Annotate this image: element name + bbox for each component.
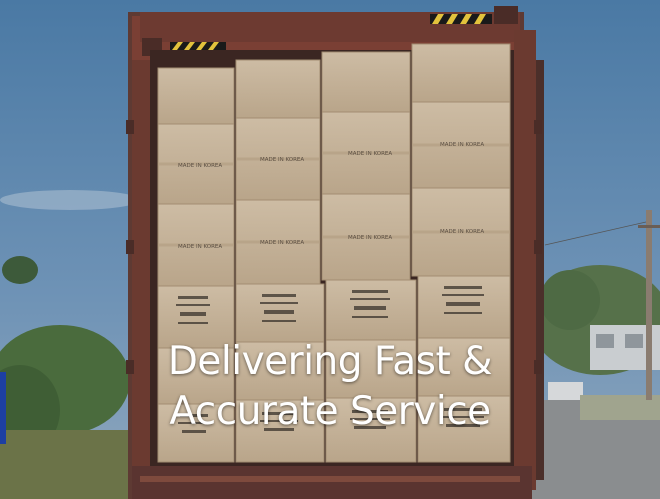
hero-banner: MADE IN KOREA MADE IN KOREA MADE IN KORE… bbox=[0, 0, 660, 499]
headline-line-1: Delivering Fast & bbox=[167, 339, 493, 384]
cloud bbox=[0, 190, 140, 210]
carton-label: MADE IN KOREA bbox=[178, 163, 222, 169]
carton-label: MADE IN KOREA bbox=[348, 235, 392, 241]
carton-label: MADE IN KOREA bbox=[260, 157, 304, 163]
carton-label: MADE IN KOREA bbox=[440, 229, 484, 235]
headline-line-2: Accurate Service bbox=[169, 389, 491, 434]
headline: Delivering Fast & Accurate Service bbox=[0, 337, 660, 437]
carton-label: MADE IN KOREA bbox=[440, 142, 484, 148]
carton-label: MADE IN KOREA bbox=[260, 240, 304, 246]
carton-label: MADE IN KOREA bbox=[348, 151, 392, 157]
carton-label: MADE IN KOREA bbox=[178, 244, 222, 250]
